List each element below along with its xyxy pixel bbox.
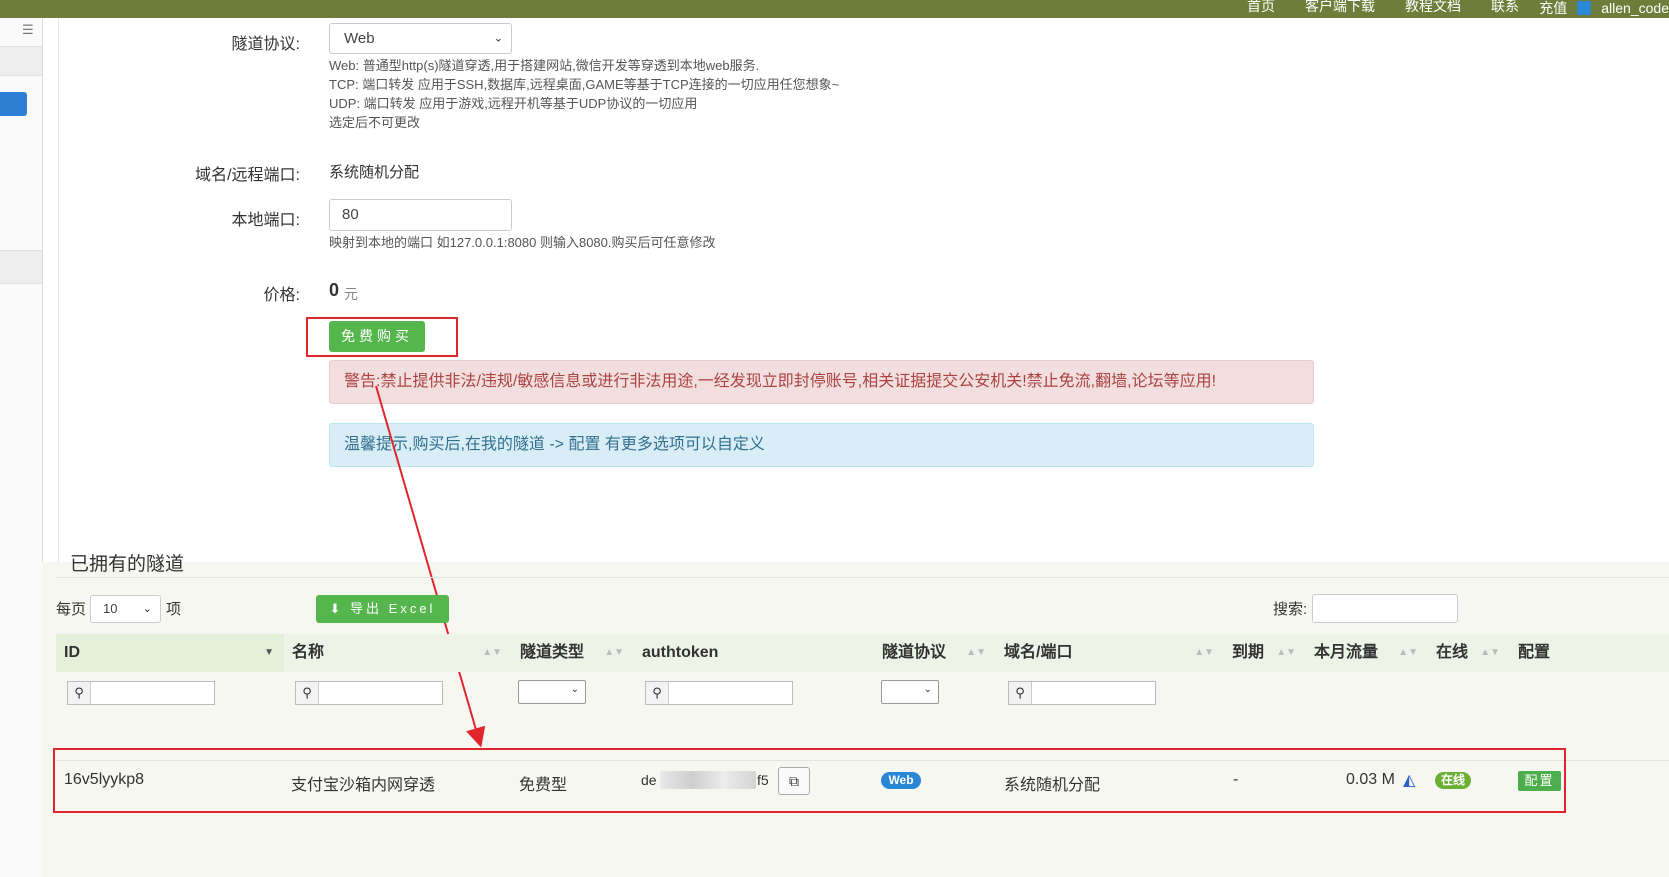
search-icon: ⚲	[296, 682, 319, 704]
sort-icon: ▲▼	[1194, 647, 1214, 658]
chevron-down-icon: ⌄	[923, 684, 932, 695]
online-badge: 在线	[1435, 772, 1471, 789]
title-divider	[56, 577, 1669, 578]
column-label: authtoken	[642, 644, 719, 661]
column-header-name[interactable]: 名称 ▲▼	[284, 634, 512, 672]
column-label: 隧道类型	[520, 644, 585, 661]
copy-icon: ⧉	[789, 773, 799, 789]
export-label: 导出 Excel	[350, 601, 436, 616]
per-page-label: 每页	[56, 601, 87, 618]
column-label: ID	[64, 644, 80, 661]
table-header: ID ▼ 名称 ▲▼ 隧道类型 ▲▼ authtoken 隧道协议 ▲▼ 域名/端口 ▲▼…	[56, 634, 1669, 672]
row-type: 免费型	[519, 777, 568, 794]
config-button[interactable]: 配置	[1518, 771, 1561, 791]
filter-name-input[interactable]: ⚲	[295, 681, 443, 705]
sort-icon: ▲▼	[966, 647, 986, 658]
column-label: 隧道协议	[882, 644, 947, 661]
search-icon: ⚲	[68, 682, 91, 704]
column-label: 到期	[1232, 644, 1265, 661]
sort-icon: ▲▼	[1480, 647, 1500, 658]
search-icon: ⚲	[646, 682, 669, 704]
column-header-protocol[interactable]: 隧道协议 ▲▼	[874, 634, 996, 672]
filter-protocol-select[interactable]: ⌄	[881, 680, 939, 704]
per-page-select[interactable]: 10 ⌄	[90, 595, 161, 623]
traffic-chart-icon[interactable]: ◭	[1403, 770, 1415, 790]
column-header-config: 配置	[1510, 634, 1669, 672]
per-page-suffix: 项	[166, 601, 182, 618]
row-name: 支付宝沙箱内网穿透	[291, 777, 436, 794]
filter-domain-input[interactable]: ⚲	[1008, 681, 1156, 705]
per-page-value: 10	[103, 601, 118, 616]
token-redaction	[660, 771, 756, 789]
column-header-expire[interactable]: 到期 ▲▼	[1224, 634, 1306, 672]
column-label: 在线	[1436, 644, 1469, 661]
column-header-online[interactable]: 在线 ▲▼	[1428, 634, 1510, 672]
column-header-traffic[interactable]: 本月流量 ▲▼	[1306, 634, 1428, 672]
column-header-domain[interactable]: 域名/端口 ▲▼	[996, 634, 1224, 672]
row-token-end: f5	[757, 772, 769, 788]
owned-tunnels-title: 已拥有的隧道	[70, 554, 185, 575]
column-label: 域名/端口	[1004, 644, 1073, 661]
row-traffic: 0.03 M	[1346, 771, 1395, 788]
filter-type-select[interactable]: ⌄	[518, 680, 586, 704]
sort-desc-icon: ▼	[264, 647, 274, 658]
column-label: 名称	[292, 644, 325, 661]
column-header-type[interactable]: 隧道类型 ▲▼	[512, 634, 634, 672]
column-header-id[interactable]: ID ▼	[56, 634, 284, 672]
chevron-down-icon: ⌄	[570, 684, 579, 695]
download-icon: ⬇	[329, 601, 351, 616]
row-domain: 系统随机分配	[1004, 777, 1101, 794]
row-token-start: de	[641, 772, 657, 788]
table-search-input[interactable]	[1312, 594, 1458, 623]
export-excel-button[interactable]: ⬇ 导出 Excel	[316, 595, 449, 623]
chevron-down-icon: ⌄	[142, 603, 152, 615]
annotation-arrow	[375, 385, 486, 748]
sort-icon: ▲▼	[604, 647, 624, 658]
sort-icon: ▲▼	[1276, 647, 1296, 658]
column-header-authtoken: authtoken	[634, 634, 874, 672]
filter-authtoken-input[interactable]: ⚲	[645, 681, 793, 705]
search-label: 搜索:	[1273, 601, 1308, 618]
protocol-badge: Web	[881, 772, 921, 789]
search-icon: ⚲	[1009, 682, 1032, 704]
column-label: 配置	[1518, 644, 1551, 661]
copy-token-button[interactable]: ⧉	[778, 767, 810, 795]
sort-icon: ▲▼	[482, 647, 502, 658]
sort-icon: ▲▼	[1398, 647, 1418, 658]
column-label: 本月流量	[1314, 644, 1379, 661]
row-id: 16v5lyykp8	[64, 771, 145, 788]
row-expire: -	[1233, 771, 1239, 788]
filter-id-input[interactable]: ⚲	[67, 681, 215, 705]
